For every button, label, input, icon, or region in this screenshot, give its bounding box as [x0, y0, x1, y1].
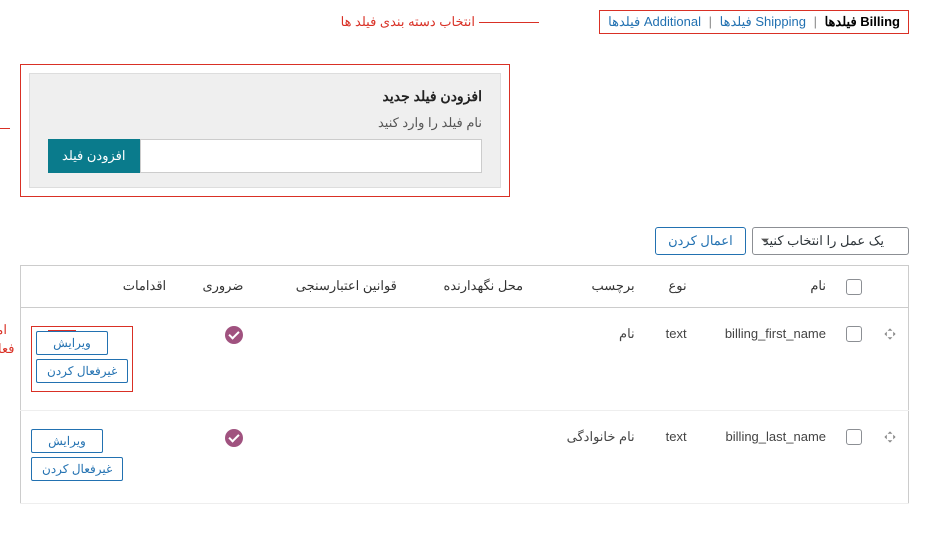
- annotation-tabs: انتخاب دسته بندی فیلد ها: [341, 14, 539, 30]
- cell-placeholder: [407, 410, 533, 503]
- cell-required: [176, 410, 253, 503]
- th-name[interactable]: نام: [697, 266, 836, 308]
- cell-type: text: [645, 410, 697, 503]
- cell-validation: [253, 410, 406, 503]
- cell-label: نام: [533, 307, 645, 410]
- tab-additional[interactable]: Additional فیلدها: [608, 14, 701, 29]
- cell-name: billing_first_name: [697, 307, 836, 410]
- th-actions: اقدامات: [21, 266, 177, 308]
- th-type: نوع: [645, 266, 697, 308]
- drag-handle-icon[interactable]: [882, 432, 898, 449]
- row-checkbox[interactable]: [846, 326, 862, 342]
- drag-handle-icon[interactable]: [882, 329, 898, 346]
- add-field-panel: امکان ایجاد فیلد جدید افزودن فیلد جدید ن…: [20, 64, 510, 197]
- annotation-actions: امکان ویرایش ، غیرفعال و فعال کردن فیلد …: [0, 320, 46, 359]
- cell-name: billing_last_name: [697, 410, 836, 503]
- field-category-tabs: Billing فیلدها | Shipping فیلدها | Addit…: [599, 10, 909, 34]
- edit-button[interactable]: ویرایش: [36, 331, 108, 355]
- th-placeholder: محل نگهدارنده: [407, 266, 533, 308]
- check-icon: [225, 429, 243, 447]
- cell-placeholder: [407, 307, 533, 410]
- edit-button[interactable]: ویرایش: [31, 429, 103, 453]
- th-validation: قوانین اعتبارسنجی: [253, 266, 406, 308]
- tab-shipping[interactable]: Shipping فیلدها: [720, 14, 806, 29]
- add-field-button[interactable]: افزودن فیلد: [48, 139, 140, 173]
- select-all-checkbox[interactable]: [846, 279, 862, 295]
- disable-button[interactable]: غیرفعال کردن: [31, 457, 123, 481]
- cell-required: [176, 307, 253, 410]
- bulk-apply-button[interactable]: اعمال کردن: [655, 227, 746, 255]
- cell-validation: [253, 307, 406, 410]
- field-name-input[interactable]: [140, 139, 483, 173]
- add-field-label: نام فیلد را وارد کنید: [48, 115, 482, 131]
- cell-label: نام خانوادگی: [533, 410, 645, 503]
- th-label: برچسب: [533, 266, 645, 308]
- tab-billing[interactable]: Billing فیلدها: [825, 14, 900, 29]
- table-row: billing_first_name text نام ویرایش غیرفع…: [21, 307, 909, 410]
- row-checkbox[interactable]: [846, 429, 862, 445]
- add-field-title: افزودن فیلد جدید: [48, 88, 482, 105]
- fields-table: نام نوع برچسب محل نگهدارنده قوانین اعتبا…: [20, 265, 909, 504]
- check-icon: [225, 326, 243, 344]
- bulk-action-select[interactable]: یک عمل را انتخاب کنید: [752, 227, 909, 255]
- cell-type: text: [645, 307, 697, 410]
- disable-button[interactable]: غیرفعال کردن: [36, 359, 128, 383]
- table-row: billing_last_name text نام خانوادگی ویرا…: [21, 410, 909, 503]
- th-required: ضروری: [176, 266, 253, 308]
